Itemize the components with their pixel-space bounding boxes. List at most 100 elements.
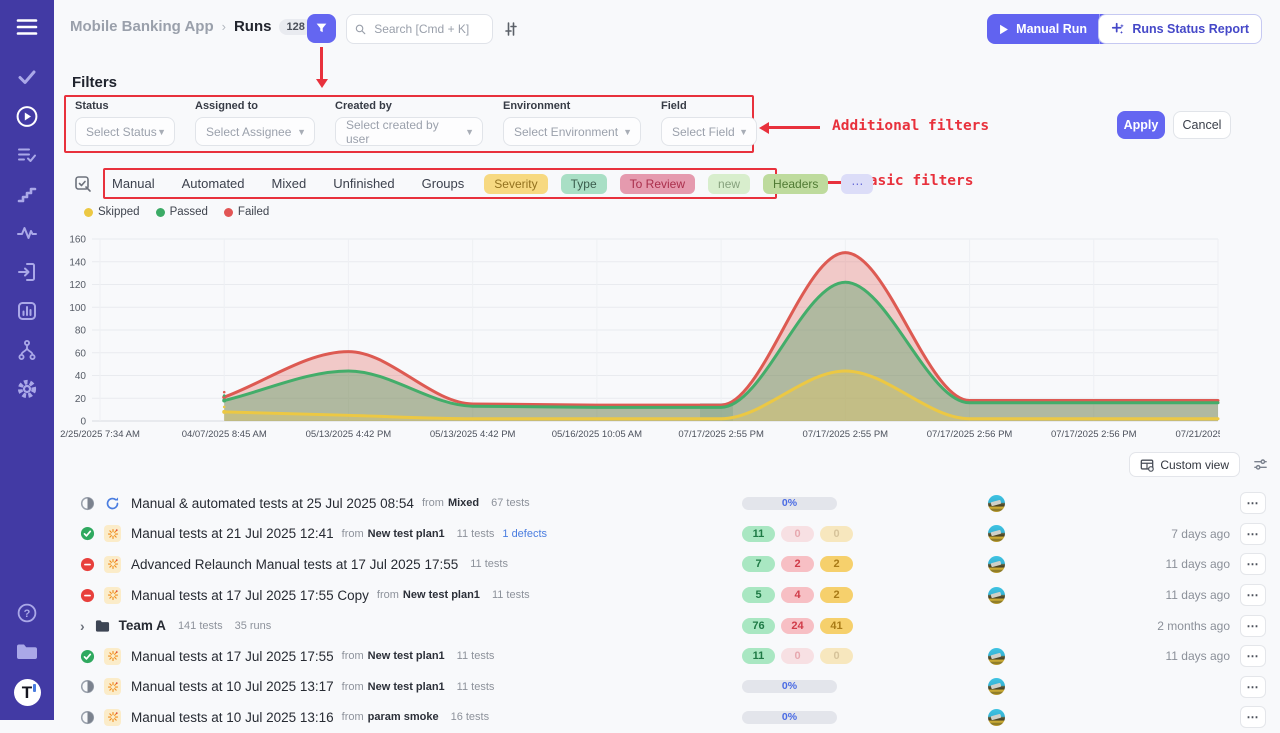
run-tests-count: 11 tests [457,528,495,540]
annotation-arrow-down [320,47,323,80]
menu-icon[interactable] [15,15,39,39]
run-title[interactable]: Manual tests at 10 Jul 2025 13:16 [131,710,334,725]
run-plan-name[interactable]: New test plan1 [368,681,445,693]
tab-mixed[interactable]: Mixed [272,176,307,191]
run-stats: 762441 [742,618,853,634]
pulse-icon[interactable] [15,221,39,245]
run-menu-button[interactable]: ⋯ [1240,553,1266,575]
run-menu-button[interactable]: ⋯ [1240,492,1266,514]
breadcrumb-project[interactable]: Mobile Banking App [70,18,214,35]
cancel-button[interactable]: Cancel [1173,111,1231,139]
run-date: 11 days ago [1166,557,1231,571]
run-row[interactable]: ›Team A141 tests35 runs7624412 months ag… [60,610,1272,641]
analytics-icon[interactable] [15,299,39,323]
view-settings-icon[interactable] [1253,457,1268,477]
run-title[interactable]: Manual & automated tests at 25 Jul 2025 … [131,496,414,511]
apply-button[interactable]: Apply [1117,111,1165,139]
settings-gear-icon[interactable] [15,377,39,401]
run-row[interactable]: Manual tests at 10 Jul 2025 13:17fromNew… [60,672,1272,703]
runs-status-report-button[interactable]: Runs Status Report [1098,14,1262,44]
branches-icon[interactable] [15,338,39,362]
run-menu-button[interactable]: ⋯ [1240,645,1266,667]
run-row[interactable]: Manual tests at 17 Jul 2025 17:55fromNew… [60,641,1272,672]
expand-chevron-icon[interactable]: › [80,618,85,634]
help-icon[interactable]: ? [15,601,39,625]
group-runs-count: 35 runs [235,620,272,632]
run-tests-count: 16 tests [451,711,490,723]
run-defects-link[interactable]: 1 defects [502,528,547,540]
run-plan-name[interactable]: New test plan1 [368,528,445,540]
run-tests-count: 11 tests [492,589,530,601]
run-menu-button[interactable]: ⋯ [1240,584,1266,606]
tab-groups[interactable]: Groups [422,176,465,191]
run-plan-name[interactable]: New test plan1 [403,589,480,601]
tab-unfinished[interactable]: Unfinished [333,176,394,191]
legend-item-passed: Passed [156,206,208,218]
filter-tag[interactable]: ⋯ [841,174,873,194]
import-icon[interactable] [15,260,39,284]
legend-label: Failed [238,206,269,218]
tab-automated[interactable]: Automated [182,176,245,191]
annotation-basic-filters: Basic filters [860,173,974,189]
run-status-icon [80,526,95,541]
app-logo[interactable]: T [14,679,41,706]
run-plan-name[interactable]: param smoke [368,711,439,723]
run-plan-name[interactable]: Mixed [448,497,479,509]
run-row[interactable]: Manual tests at 10 Jul 2025 13:16frompar… [60,702,1272,733]
filter-select-5[interactable]: Select Field▼ [661,117,757,146]
runs-play-icon[interactable] [15,104,39,128]
run-title[interactable]: Manual tests at 17 Jul 2025 17:55 [131,649,334,664]
tests-check-icon[interactable] [15,65,39,89]
filter-tag[interactable]: Headers [763,174,828,194]
filter-tag[interactable]: Severity [484,174,547,194]
run-title[interactable]: Manual tests at 17 Jul 2025 17:55 Copy [131,588,369,603]
run-menu-button[interactable]: ⋯ [1240,523,1266,545]
svg-text:05/13/2025 4:42 PM: 05/13/2025 4:42 PM [306,429,392,440]
funnel-icon [315,22,328,35]
chevron-down-icon: ▼ [465,127,474,137]
tab-manual[interactable]: Manual [112,176,155,191]
run-title[interactable]: Manual tests at 21 Jul 2025 12:41 [131,526,334,541]
manual-run-spark-icon [107,528,119,540]
run-menu-button[interactable]: ⋯ [1240,676,1266,698]
run-menu-button[interactable]: ⋯ [1240,615,1266,637]
filter-select-2[interactable]: Select Assignee▼ [195,117,315,146]
steps-icon[interactable] [15,182,39,206]
run-date: 7 days ago [1171,527,1230,541]
plans-list-check-icon[interactable] [15,143,39,167]
run-title[interactable]: Manual tests at 10 Jul 2025 13:17 [131,679,334,694]
filter-select-value: Select Status [86,125,157,139]
filter-tag[interactable]: new [708,174,750,194]
run-plan-name[interactable]: New test plan1 [368,650,445,662]
run-group-title[interactable]: Team A [119,618,166,633]
svg-text:07/17/2025 2:55 PM: 07/17/2025 2:55 PM [678,429,764,440]
filter-tag[interactable]: Type [561,174,607,194]
filter-select-4[interactable]: Select Environment▼ [503,117,641,146]
run-row[interactable]: Manual & automated tests at 25 Jul 2025 … [60,488,1272,519]
run-row[interactable]: Advanced Relaunch Manual tests at 17 Jul… [60,549,1272,580]
projects-folder-icon[interactable] [15,640,39,664]
run-row[interactable]: Manual tests at 17 Jul 2025 17:55 Copyfr… [60,580,1272,611]
run-title[interactable]: Advanced Relaunch Manual tests at 17 Jul… [131,557,458,572]
filter-tag[interactable]: To Review [620,174,695,194]
run-type-icon [104,709,121,726]
run-menu-button[interactable]: ⋯ [1240,706,1266,728]
custom-view-button[interactable]: Custom view [1129,452,1240,477]
filter-funnel-button[interactable] [307,14,336,43]
search-settings-icon[interactable] [503,21,519,42]
run-row[interactable]: Manual tests at 21 Jul 2025 12:41fromNew… [60,519,1272,550]
search-icon [355,23,366,36]
search-input[interactable] [372,21,484,37]
filter-group-status: StatusSelect Status▼ [75,100,175,146]
search-box[interactable] [346,14,493,44]
run-stats: 0% [742,711,837,724]
run-progress-value: 0% [742,497,837,510]
badge-failed: 0 [781,526,814,542]
filter-select-1[interactable]: Select Status▼ [75,117,175,146]
run-type-icon [104,648,121,665]
run-date: 2 months ago [1157,619,1230,633]
filter-select-3[interactable]: Select created by user▼ [335,117,483,146]
select-all-icon[interactable] [74,175,92,193]
svg-text:07/17/2025 2:56 PM: 07/17/2025 2:56 PM [927,429,1013,440]
filter-group-created-by: Created bySelect created by user▼ [335,100,483,146]
